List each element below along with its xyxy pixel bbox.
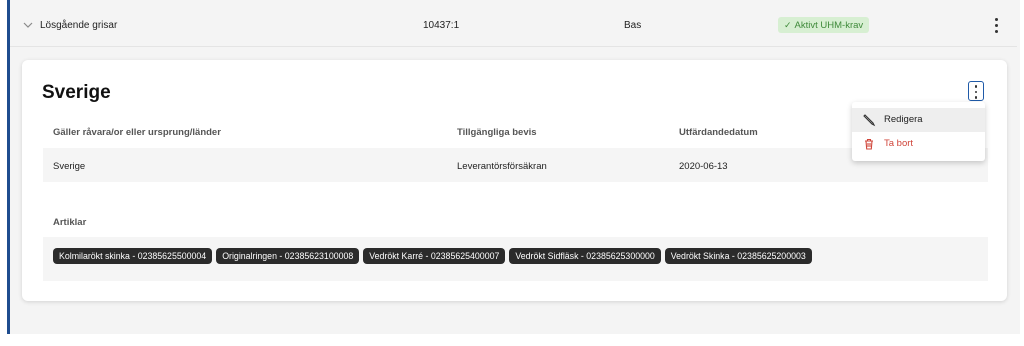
requirement-row[interactable]: Lösgående grisar 10437:1 Bas ✓ Aktivt UHM… [10, 6, 1017, 47]
requirement-name: Lösgående grisar [40, 20, 118, 31]
status-badge-label: Aktivt UHM-krav [794, 20, 864, 31]
article-chips: Kolmilarökt skinka - 02385625500004 Orig… [53, 248, 812, 264]
table-row: Sverige Leverantörsförsäkran 2020-06-13 [43, 148, 988, 182]
cell-issue-date: 2020-06-13 [679, 161, 728, 172]
card-more-options-button[interactable] [968, 81, 984, 101]
context-menu: Redigera Ta bort [852, 102, 985, 161]
country-card: Sverige Gäller råvara/or eller ursprung/… [22, 60, 1007, 301]
article-chip[interactable]: Vedrökt Sidfläsk - 02385625300000 [509, 248, 661, 264]
menu-item-edit[interactable]: Redigera [852, 108, 985, 132]
cell-evidence: Leverantörsförsäkran [457, 161, 547, 172]
column-header-origin: Gäller råvara/or eller ursprung/länder [53, 127, 221, 138]
chevron-down-icon[interactable] [22, 19, 34, 31]
article-chip[interactable]: Originalringen - 02385623100008 [216, 248, 360, 264]
requirement-code: 10437:1 [423, 20, 460, 31]
card-title: Sverige [42, 82, 111, 103]
article-chip[interactable]: Vedrökt Karré - 02385625400007 [363, 248, 506, 264]
status-badge: ✓ Aktivt UHM-krav [778, 17, 870, 33]
menu-item-delete[interactable]: Ta bort [852, 132, 985, 156]
column-header-evidence: Tillgängliga bevis [457, 127, 537, 138]
pencil-icon [863, 114, 876, 127]
requirement-type: Bas [624, 20, 642, 31]
column-header-issue-date: Utfärdandedatum [679, 127, 758, 138]
menu-item-edit-label: Redigera [884, 114, 923, 125]
row-more-options-button[interactable] [992, 18, 1000, 36]
trash-icon [865, 138, 873, 150]
articles-label: Artiklar [53, 217, 87, 228]
menu-item-delete-label: Ta bort [884, 138, 914, 149]
check-icon: ✓ [784, 20, 792, 30]
cell-origin: Sverige [53, 161, 86, 172]
article-chip[interactable]: Kolmilarökt skinka - 02385625500004 [53, 248, 213, 264]
requirement-panel: Lösgående grisar 10437:1 Bas ✓ Aktivt UHM… [7, 0, 1020, 334]
article-chip[interactable]: Vedrökt Skinka - 02385625200003 [664, 248, 812, 264]
articles-row: Kolmilarökt skinka - 02385625500004 Orig… [43, 237, 988, 281]
